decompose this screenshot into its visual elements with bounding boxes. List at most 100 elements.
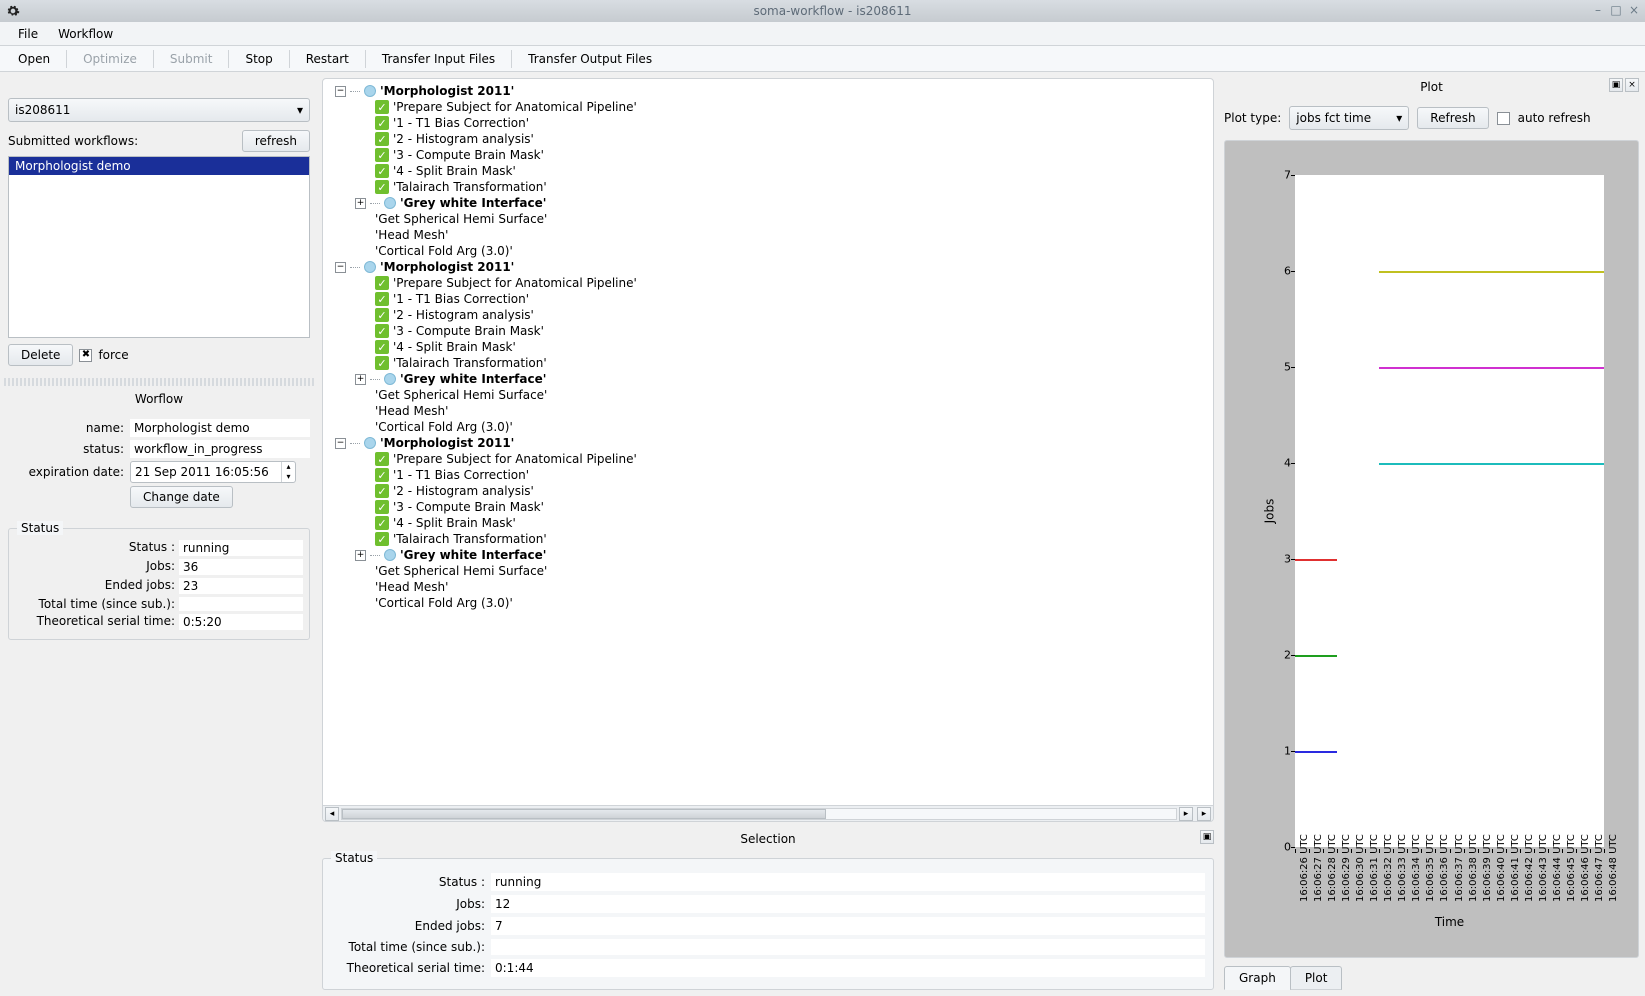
tree-row[interactable]: 'Cortical Fold Arg (3.0)'	[331, 243, 1209, 259]
toolbar-transfer-input[interactable]: Transfer Input Files	[370, 48, 507, 70]
tree-row[interactable]: 'Cortical Fold Arg (3.0)'	[331, 419, 1209, 435]
tree-label: 'Get Spherical Hemi Surface'	[375, 388, 547, 402]
collapse-icon[interactable]: −	[335, 86, 346, 97]
checkmark-icon: ✓	[375, 532, 389, 546]
submitted-label: Submitted workflows:	[8, 134, 138, 148]
tree-label: 'Talairach Transformation'	[393, 532, 547, 546]
plot-tabs: Graph Plot	[1224, 966, 1639, 990]
checkmark-icon: ✓	[375, 500, 389, 514]
tree-row[interactable]: 'Head Mesh'	[331, 403, 1209, 419]
menu-file[interactable]: File	[8, 24, 48, 44]
tab-graph[interactable]: Graph	[1224, 966, 1291, 990]
menu-workflow[interactable]: Workflow	[48, 24, 123, 44]
x-tick-label: 16:06:41 UTC	[1510, 834, 1521, 902]
detach-icon[interactable]: ▣	[1200, 830, 1214, 844]
minimize-icon[interactable]: –	[1591, 3, 1605, 17]
x-tick-label: 16:06:38 UTC	[1468, 834, 1479, 902]
tree-row[interactable]: 'Get Spherical Hemi Surface'	[331, 211, 1209, 227]
checkmark-icon: ✓	[375, 116, 389, 130]
tree-row[interactable]: ✓'4 - Split Brain Mask'	[331, 515, 1209, 531]
tree-label: '1 - T1 Bias Correction'	[393, 116, 529, 130]
horizontal-scrollbar[interactable]: ◂ ▸ ▸	[323, 805, 1213, 821]
tree-row[interactable]: ✓ 'Talairach Transformation'	[331, 531, 1209, 547]
resource-combo[interactable]: is208611 ▾	[8, 98, 310, 122]
scroll-right-icon[interactable]: ▸	[1179, 807, 1193, 821]
tree-row[interactable]: +'Grey white Interface'	[331, 547, 1209, 563]
tree-row[interactable]: −'Morphologist 2011'	[331, 435, 1209, 451]
serial-key: Theoretical serial time:	[15, 614, 179, 630]
tree-label: '2 - Histogram analysis'	[393, 308, 534, 322]
selection-box-title: Status	[331, 851, 377, 865]
tree-row[interactable]: ✓'2 - Histogram analysis'	[331, 131, 1209, 147]
scroll-thumb[interactable]	[342, 809, 826, 819]
tree-label: '2 - Histogram analysis'	[393, 484, 534, 498]
collapse-icon[interactable]: −	[335, 262, 346, 273]
tree-row[interactable]: +'Grey white Interface'	[331, 371, 1209, 387]
x-tick-label: 16:06:26 UTC	[1299, 834, 1310, 902]
tree-row[interactable]: ✓'1 - T1 Bias Correction'	[331, 467, 1209, 483]
detach-icon[interactable]: ▣	[1609, 78, 1623, 92]
x-tick-label: 16:06:45 UTC	[1566, 834, 1577, 902]
plot-type-combo[interactable]: jobs fct time ▾	[1289, 106, 1409, 130]
tree-row[interactable]: 'Get Spherical Hemi Surface'	[331, 387, 1209, 403]
tree-view[interactable]: −'Morphologist 2011'✓'Prepare Subject fo…	[322, 78, 1214, 822]
tree-row[interactable]: +'Grey white Interface'	[331, 195, 1209, 211]
name-label: name:	[8, 421, 124, 435]
expiration-spinbox[interactable]: ▴▾	[130, 461, 296, 483]
scroll-end-icon[interactable]: ▸	[1197, 807, 1211, 821]
tree-row[interactable]: 'Cortical Fold Arg (3.0)'	[331, 595, 1209, 611]
y-axis-label: Jobs	[1262, 499, 1276, 524]
tree-row[interactable]: ✓'Prepare Subject for Anatomical Pipelin…	[331, 275, 1209, 291]
expiration-input[interactable]	[131, 465, 281, 479]
toolbar-transfer-output[interactable]: Transfer Output Files	[516, 48, 664, 70]
tree-row[interactable]: ✓'4 - Split Brain Mask'	[331, 163, 1209, 179]
expand-icon[interactable]: +	[355, 198, 366, 209]
tree-row[interactable]: ✓'2 - Histogram analysis'	[331, 483, 1209, 499]
data-line	[1379, 367, 1604, 369]
spin-up-icon[interactable]: ▴	[281, 462, 295, 472]
tree-row[interactable]: ✓ '1 - T1 Bias Correction'	[331, 115, 1209, 131]
auto-refresh-checkbox[interactable]	[1497, 112, 1510, 125]
maximize-icon[interactable]: □	[1609, 3, 1623, 17]
tree-row[interactable]: ✓'3 - Compute Brain Mask'	[331, 499, 1209, 515]
name-value: Morphologist demo	[130, 419, 310, 437]
tree-row[interactable]: −'Morphologist 2011'	[331, 259, 1209, 275]
tree-row[interactable]: ✓'Prepare Subject for Anatomical Pipelin…	[331, 451, 1209, 467]
tree-row[interactable]: 'Head Mesh'	[331, 579, 1209, 595]
tree-row[interactable]: 'Head Mesh'	[331, 227, 1209, 243]
tree-row[interactable]: ✓'3 - Compute Brain Mask'	[331, 147, 1209, 163]
tree-row[interactable]: ✓'Prepare Subject for Anatomical Pipelin…	[331, 99, 1209, 115]
tree-row[interactable]: ✓'2 - Histogram analysis'	[331, 307, 1209, 323]
selection-title: Selection	[740, 832, 795, 846]
workflow-item[interactable]: Morphologist demo	[9, 157, 309, 175]
workflows-list[interactable]: Morphologist demo	[8, 156, 310, 338]
toolbar-restart[interactable]: Restart	[294, 48, 361, 70]
scroll-left-icon[interactable]: ◂	[325, 807, 339, 821]
expand-icon[interactable]: +	[355, 550, 366, 561]
tree-row[interactable]: ✓'1 - T1 Bias Correction'	[331, 291, 1209, 307]
checkmark-icon: ✓	[375, 276, 389, 290]
delete-button[interactable]: Delete	[8, 344, 73, 366]
x-tick-label: 16:06:39 UTC	[1482, 834, 1493, 902]
tree-row[interactable]: ✓'3 - Compute Brain Mask'	[331, 323, 1209, 339]
collapse-icon[interactable]: −	[335, 438, 346, 449]
force-checkbox[interactable]: ✖	[79, 349, 92, 362]
expand-icon[interactable]: +	[355, 374, 366, 385]
plot-refresh-button[interactable]: Refresh	[1417, 107, 1488, 129]
toolbar-stop[interactable]: Stop	[233, 48, 284, 70]
tree-row[interactable]: 'Get Spherical Hemi Surface'	[331, 563, 1209, 579]
tree-row[interactable]: −'Morphologist 2011'	[331, 83, 1209, 99]
tree-label: '3 - Compute Brain Mask'	[393, 324, 544, 338]
change-date-button[interactable]: Change date	[130, 486, 233, 508]
toolbar: Open Optimize Submit Stop Restart Transf…	[0, 46, 1645, 72]
scroll-track[interactable]	[341, 808, 1177, 820]
tree-row[interactable]: ✓'Talairach Transformation'	[331, 355, 1209, 371]
tab-plot[interactable]: Plot	[1290, 966, 1343, 990]
close-icon[interactable]: ×	[1625, 78, 1639, 92]
close-icon[interactable]: ×	[1627, 3, 1641, 17]
tree-row[interactable]: ✓'Talairach Transformation'	[331, 179, 1209, 195]
spin-down-icon[interactable]: ▾	[281, 472, 295, 482]
refresh-button[interactable]: refresh	[242, 130, 310, 152]
tree-row[interactable]: ✓'4 - Split Brain Mask'	[331, 339, 1209, 355]
toolbar-open[interactable]: Open	[6, 48, 62, 70]
